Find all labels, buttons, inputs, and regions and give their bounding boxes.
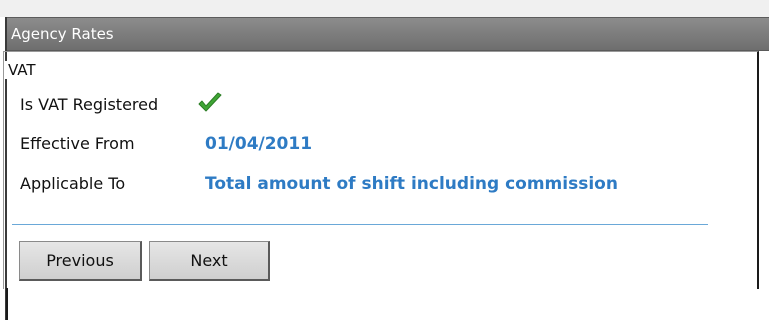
window-left-border xyxy=(6,288,8,320)
vat-legend: VAT xyxy=(5,61,39,79)
effective-from-label: Effective From xyxy=(20,134,135,153)
separator-line xyxy=(12,224,708,225)
window-title: Agency Rates xyxy=(11,25,114,43)
is-vat-registered-label: Is VAT Registered xyxy=(20,95,159,114)
top-strip xyxy=(0,0,769,17)
page: Agency Rates VAT Is VAT Registered Effec… xyxy=(0,0,769,320)
applicable-to-value: Total amount of shift including commissi… xyxy=(205,174,618,194)
green-checkmark-icon xyxy=(198,92,222,112)
previous-button[interactable]: Previous xyxy=(19,241,142,281)
next-button[interactable]: Next xyxy=(149,241,270,281)
effective-from-value: 01/04/2011 xyxy=(205,134,313,154)
applicable-to-label: Applicable To xyxy=(20,174,126,193)
window-title-bar: Agency Rates xyxy=(7,17,769,51)
